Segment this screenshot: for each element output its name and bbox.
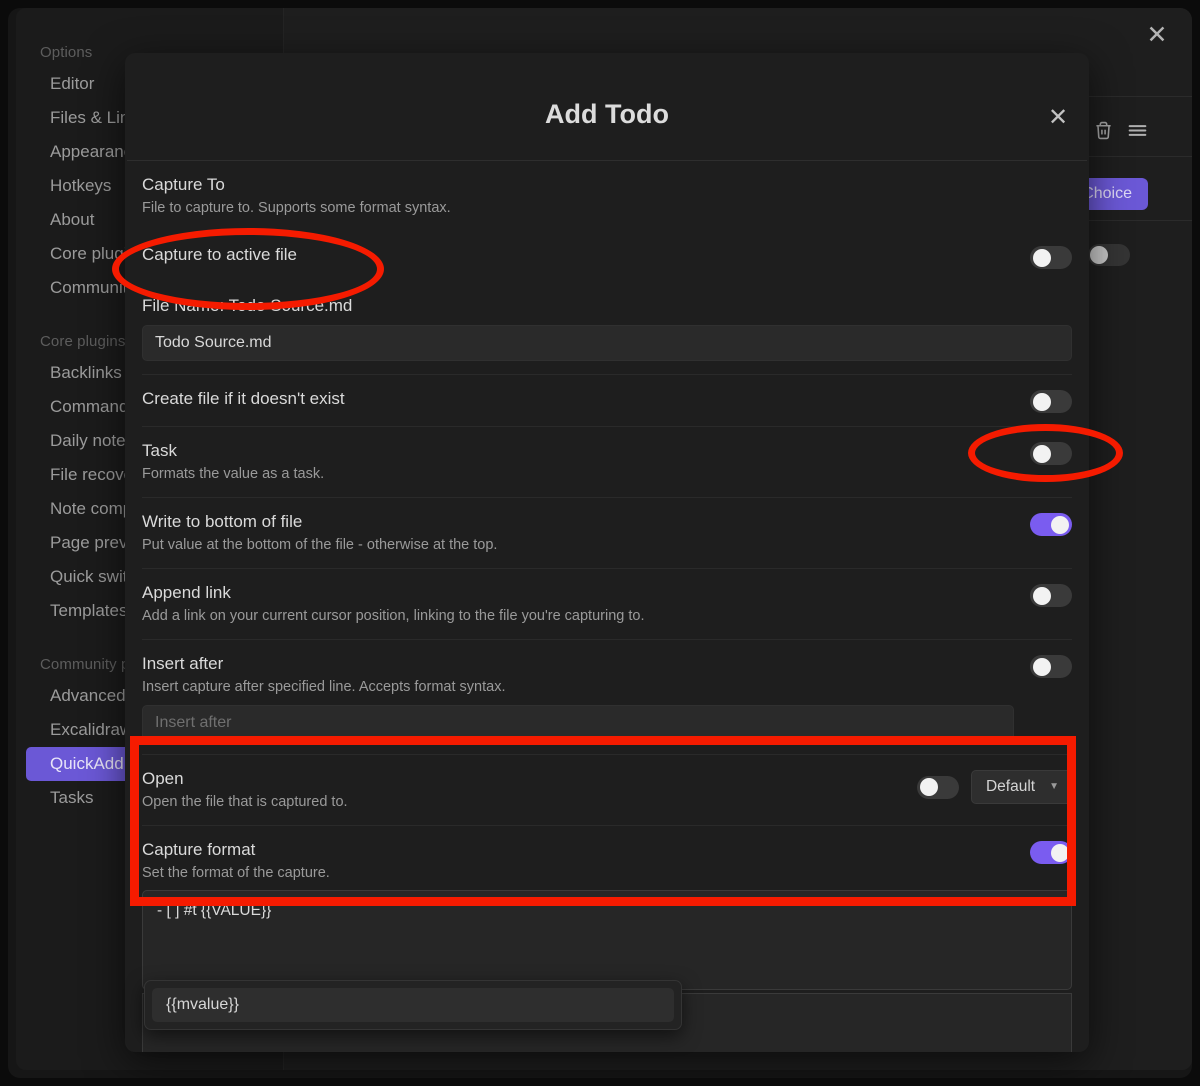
toggle-knob [1051, 843, 1069, 862]
setting-insert-after-desc: Insert capture after specified line. Acc… [142, 679, 506, 695]
toggle-knob [1033, 657, 1051, 676]
setting-file-name-label: File Name: Todo Source.md [142, 296, 353, 315]
setting-create-file-name: Create file if it doesn't exist [142, 389, 345, 408]
setting-append-link-desc: Add a link on your current cursor positi… [142, 608, 645, 624]
setting-insert-after: Insert after Insert capture after specif… [142, 639, 1072, 741]
obsidian-app-window: Advanced Slides Options Editor Files & L… [8, 8, 1192, 1078]
setting-open: Open Open the file that is captured to. … [142, 754, 1072, 825]
toggle-knob [1051, 515, 1069, 534]
toggle-knob [1033, 444, 1051, 463]
setting-insert-after-name: Insert after [142, 654, 224, 673]
modal-title: Add Todo [545, 99, 669, 129]
toggle-capture-to-active-file[interactable] [1030, 246, 1072, 269]
toggle-knob [1033, 586, 1051, 605]
setting-create-file-if-not-exist: Create file if it doesn't exist [142, 374, 1072, 426]
suggestion-item-mvalue[interactable]: {{mvalue}} [152, 988, 674, 1022]
setting-capture-to-active-file: Capture to active file [142, 231, 1072, 282]
toggle-create-file-if-not-exist[interactable] [1030, 390, 1072, 413]
setting-open-name: Open [142, 769, 184, 788]
background-toggle[interactable] [1088, 244, 1130, 266]
toggle-append-link[interactable] [1030, 584, 1072, 607]
setting-write-to-bottom-of-file: Write to bottom of file Put value at the… [142, 497, 1072, 568]
settings-close-button[interactable]: ✕ [1142, 20, 1172, 50]
hamburger-menu-icon[interactable] [1127, 120, 1148, 141]
toggle-open[interactable] [916, 775, 959, 799]
modal-body: Capture To File to capture to. Supports … [125, 161, 1089, 1052]
chevron-down-icon: ▼ [1049, 781, 1059, 792]
setting-capture-format-name: Capture format [142, 840, 256, 859]
trash-icon[interactable] [1094, 121, 1113, 140]
setting-capture-format-desc: Set the format of the capture. [142, 865, 330, 881]
setting-capture-to: Capture To File to capture to. Supports … [142, 161, 1072, 231]
setting-write-to-bottom-name: Write to bottom of file [142, 512, 303, 531]
setting-capture-to-desc: File to capture to. Supports some format… [142, 200, 451, 216]
file-name-input[interactable] [142, 325, 1072, 361]
setting-write-to-bottom-desc: Put value at the bottom of the file - ot… [142, 537, 498, 553]
setting-open-desc: Open the file that is captured to. [142, 794, 348, 810]
add-todo-modal: ✕ Add Todo Capture To File to capture to… [125, 53, 1089, 1052]
setting-capture-to-name: Capture To [142, 175, 225, 194]
open-location-dropdown-value: Default [985, 778, 1036, 795]
insert-after-input[interactable] [142, 705, 1014, 741]
setting-task-desc: Formats the value as a task. [142, 466, 325, 482]
open-location-dropdown[interactable]: Default ▼ [970, 770, 1072, 804]
setting-task: Task Formats the value as a task. [142, 426, 1072, 497]
setting-task-name: Task [142, 441, 177, 460]
toggle-capture-format[interactable] [1030, 841, 1072, 864]
toggle-insert-after[interactable] [1030, 655, 1072, 678]
setting-append-link-name: Append link [142, 583, 231, 602]
format-suggestion-popup: {{mvalue}} [144, 980, 682, 1030]
toggle-knob [919, 778, 938, 796]
setting-capture-format: Capture format Set the format of the cap… [142, 825, 1072, 883]
toggle-knob [1033, 392, 1051, 411]
capture-format-textarea[interactable]: - [ ] #t {{VALUE}} [142, 890, 1072, 990]
setting-append-link: Append link Add a link on your current c… [142, 568, 1072, 639]
modal-close-button[interactable]: ✕ [1044, 104, 1072, 132]
toggle-write-to-bottom-of-file[interactable] [1030, 513, 1072, 536]
toggle-knob [1033, 248, 1051, 267]
setting-capture-to-active-file-name: Capture to active file [142, 245, 297, 264]
toggle-task[interactable] [1030, 442, 1072, 465]
setting-file-name: File Name: Todo Source.md [142, 282, 1072, 361]
